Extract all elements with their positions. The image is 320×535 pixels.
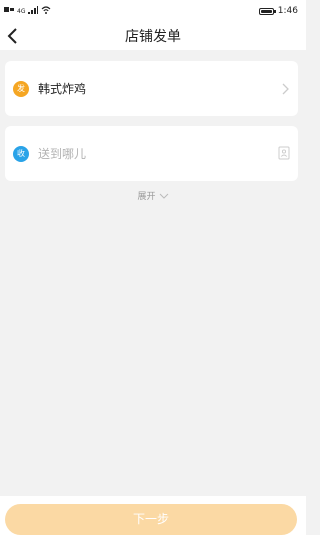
status-bar: 4G 1:46 (0, 0, 306, 22)
network-type-label: 4G (17, 7, 26, 15)
sender-name: 韩式炸鸡 (38, 82, 87, 96)
signal-icon (28, 5, 39, 17)
page-title: 店铺发单 (125, 29, 181, 45)
expand-label: 展开 (137, 192, 156, 202)
screen: 4G 1:46 店铺发单 发 韩式炸鸡 收 送到哪儿 展开 下一步 (0, 0, 306, 535)
nav-bar: 店铺发单 (0, 22, 306, 50)
next-step-button[interactable]: 下一步 (5, 504, 297, 535)
receiver-card[interactable]: 收 送到哪儿 (5, 126, 298, 181)
address-book-icon[interactable] (278, 146, 290, 160)
battery-icon (258, 7, 276, 15)
sender-badge: 发 (13, 81, 29, 97)
sim-icon (4, 6, 14, 16)
receiver-address-input[interactable]: 送到哪儿 (38, 146, 86, 162)
wifi-icon (41, 5, 51, 17)
sender-card[interactable]: 发 韩式炸鸡 (5, 61, 298, 116)
chevron-right-icon (282, 83, 289, 95)
expand-toggle[interactable]: 展开 (0, 189, 306, 202)
status-time: 1:46 (277, 6, 298, 16)
receiver-badge: 收 (13, 146, 29, 162)
status-left: 4G (4, 5, 51, 17)
chevron-down-icon (159, 193, 168, 199)
status-right: 1:46 (258, 5, 298, 17)
